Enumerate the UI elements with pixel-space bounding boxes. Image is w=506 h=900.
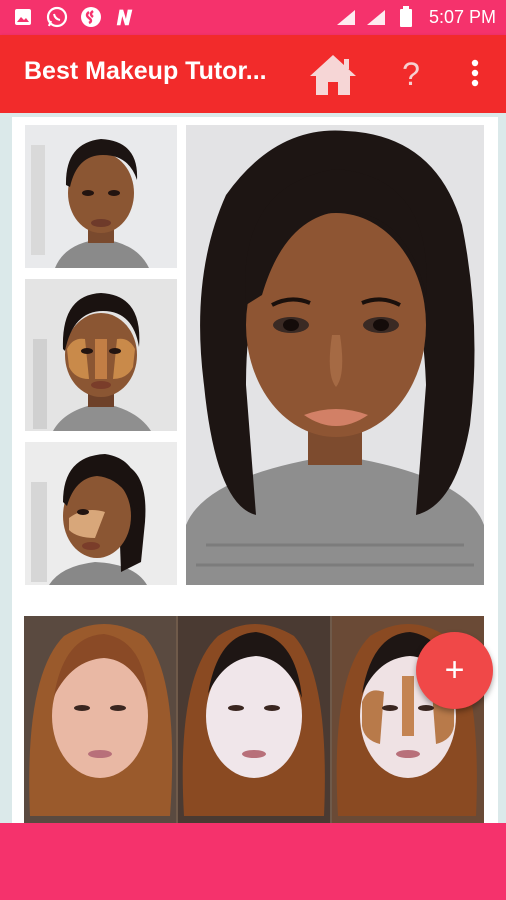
whatsapp-icon <box>46 6 68 28</box>
home-button[interactable] <box>308 52 358 98</box>
shazam-icon <box>80 6 102 28</box>
netflix-icon <box>114 6 136 28</box>
home-icon <box>310 55 356 95</box>
more-vert-icon <box>471 59 479 87</box>
image-icon <box>12 6 34 28</box>
signal-icon <box>365 6 387 28</box>
step-photo-1[interactable] <box>25 125 177 268</box>
more-options-button[interactable] <box>462 55 488 95</box>
status-time: 5:07 PM <box>428 6 496 27</box>
step-photo-2[interactable] <box>25 279 177 431</box>
app-bar: Best Makeup Tutor... ? <box>0 35 506 113</box>
tutorial-card[interactable] <box>12 117 498 823</box>
step-photo-3[interactable] <box>25 442 177 585</box>
signal-icon <box>335 6 357 28</box>
bottom-bar <box>0 823 506 900</box>
contour-collage-photo[interactable] <box>24 616 484 823</box>
status-bar: 5:07 PM <box>0 0 506 35</box>
app-title: Best Makeup Tutor... <box>24 57 267 85</box>
battery-icon <box>395 6 417 28</box>
add-fab-button[interactable]: + <box>416 632 493 709</box>
featured-makeup-photo[interactable] <box>186 125 484 585</box>
add-icon: + <box>444 651 465 689</box>
help-button[interactable]: ? <box>394 53 428 95</box>
content-area <box>0 113 506 823</box>
